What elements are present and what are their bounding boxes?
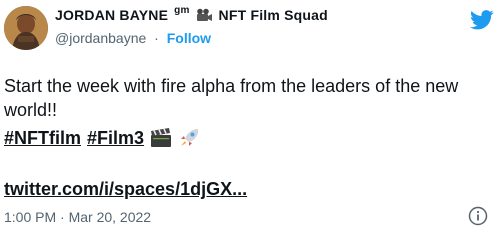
movie-camera-icon: [196, 8, 212, 21]
info-icon[interactable]: [468, 206, 488, 226]
hashtag-nftfilm[interactable]: #NFTfilm: [4, 126, 81, 150]
avatar-image: [4, 6, 48, 50]
hashtag-film3[interactable]: #Film3: [87, 126, 144, 150]
tweet-text: Start the week with fire alpha from the …: [4, 76, 459, 120]
tweet-link[interactable]: twitter.com/i/spaces/1djGX...: [4, 177, 247, 201]
avatar[interactable]: [4, 6, 48, 50]
follow-button[interactable]: Follow: [167, 30, 211, 46]
author-name-suffix: gm: [174, 4, 190, 16]
clapper-board-icon: [151, 128, 172, 147]
author-name[interactable]: JORDAN BAYNE: [55, 7, 168, 23]
twitter-bird-icon[interactable]: [470, 10, 494, 30]
tweet-card: JORDAN BAYNE gm NFT Film Squad @jordanba…: [0, 0, 500, 242]
author-handle[interactable]: @jordanbayne: [55, 30, 146, 46]
hashtag-row: #NFTfilm #Film3: [4, 126, 200, 150]
author-name-row[interactable]: JORDAN BAYNE gm NFT Film Squad: [55, 4, 328, 24]
handle-separator: ·: [154, 30, 159, 46]
tweet-timestamp[interactable]: 1:00 PM · Mar 20, 2022: [4, 209, 151, 225]
author-team: NFT Film Squad: [218, 7, 328, 23]
handle-row: @jordanbayne · Follow: [55, 30, 211, 46]
rocket-icon: [181, 129, 199, 146]
